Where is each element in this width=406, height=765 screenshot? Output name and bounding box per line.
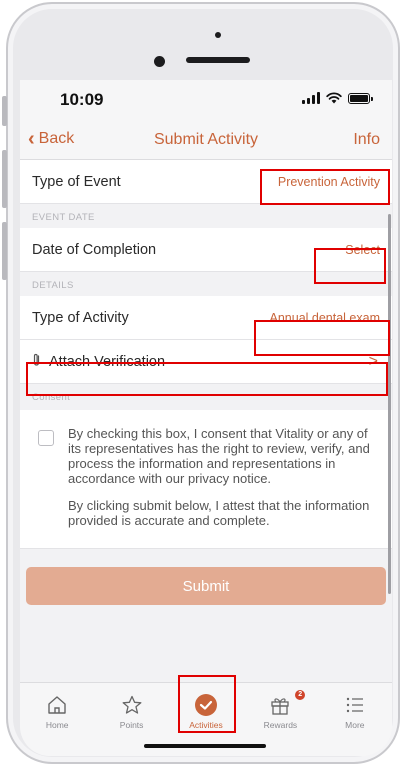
star-icon	[122, 695, 142, 714]
status-time: 10:09	[60, 90, 104, 109]
signal-icon	[302, 92, 320, 104]
tab-activities-label: Activities	[189, 720, 223, 730]
tab-more[interactable]: More	[318, 683, 392, 756]
attest-paragraph: By clicking submit below, I attest that …	[68, 498, 370, 528]
home-indicator	[144, 744, 266, 748]
consent-paragraph: By checking this box, I consent that Vit…	[68, 426, 370, 486]
battery-icon	[348, 92, 373, 104]
side-button	[2, 150, 7, 208]
tab-rewards-label: Rewards	[263, 720, 298, 730]
type-of-event-row[interactable]: Type of Event Prevention Activity	[20, 160, 392, 204]
submit-button[interactable]: Submit	[26, 567, 386, 605]
tab-points-label: Points	[119, 720, 144, 730]
type-of-activity-label: Type of Activity	[32, 309, 129, 326]
tab-home[interactable]: Home	[20, 683, 94, 756]
page-title: Submit Activity	[153, 131, 259, 148]
tab-more-label: More	[345, 720, 365, 730]
attach-verification-label: Attach Verification	[49, 353, 166, 370]
chevron-right-icon: >	[368, 352, 378, 370]
status-bar: 10:09	[20, 80, 392, 122]
app-screen: 10:09 ‹ Back Submit Activity Info Type o…	[20, 80, 392, 756]
event-date-header: EVENT DATE	[20, 204, 392, 228]
details-header: DETAILS	[20, 272, 392, 296]
front-camera	[154, 56, 165, 67]
type-of-event-value[interactable]: Prevention Activity	[278, 175, 380, 189]
date-of-completion-row[interactable]: Date of Completion Select	[20, 228, 392, 272]
navigation-bar: ‹ Back Submit Activity Info	[20, 122, 392, 160]
sensor-dot	[215, 32, 221, 38]
wifi-icon	[326, 92, 342, 104]
rewards-badge: 2	[295, 690, 306, 700]
date-select-button[interactable]: Select	[345, 243, 380, 257]
paperclip-icon	[32, 353, 41, 370]
check-circle-icon	[195, 694, 218, 716]
list-icon	[346, 697, 363, 713]
consent-text: By checking this box, I consent that Vit…	[68, 426, 374, 528]
scrollbar[interactable]	[388, 214, 391, 594]
info-button[interactable]: Info	[353, 131, 380, 149]
attach-verification-row[interactable]: Attach Verification >	[20, 340, 392, 384]
home-icon	[48, 696, 66, 714]
consent-checkbox[interactable]	[38, 430, 54, 446]
tab-home-label: Home	[45, 720, 69, 730]
side-button	[2, 96, 7, 126]
gift-icon	[271, 698, 290, 715]
consent-header: Consent	[20, 384, 392, 410]
form-content: Type of Event Prevention Activity EVENT …	[20, 160, 392, 605]
earpiece-speaker	[186, 57, 250, 63]
status-icons	[302, 92, 373, 104]
type-of-event-label: Type of Event	[32, 173, 121, 190]
type-of-activity-value[interactable]: Annual dental exam	[270, 311, 381, 325]
date-of-completion-label: Date of Completion	[32, 241, 157, 258]
type-of-activity-row[interactable]: Type of Activity Annual dental exam	[20, 296, 392, 340]
side-button	[2, 222, 7, 280]
consent-section: By checking this box, I consent that Vit…	[20, 410, 392, 549]
